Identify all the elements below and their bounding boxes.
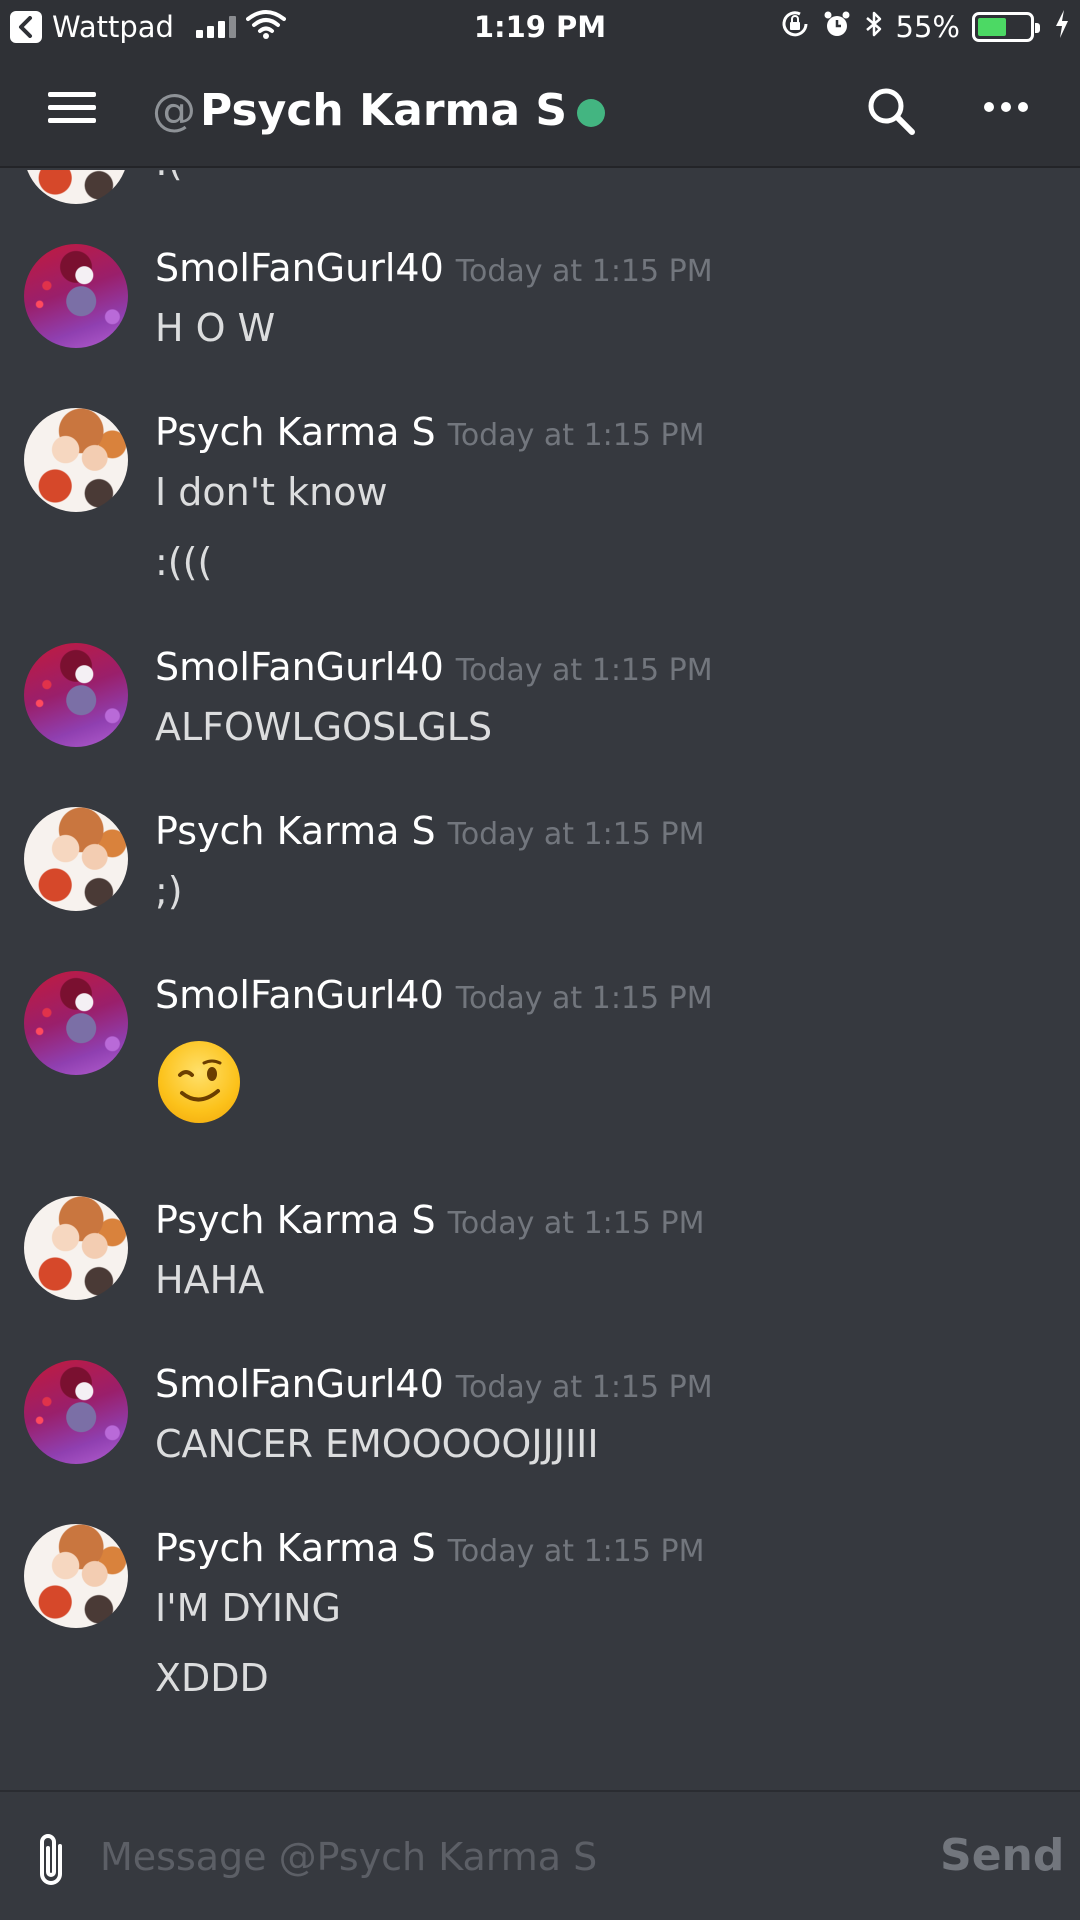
- cellular-signal-icon: [195, 16, 236, 38]
- message-text: I'M DYING: [155, 1586, 341, 1630]
- avatar[interactable]: [24, 170, 128, 204]
- more-icon-dot: [1001, 102, 1011, 112]
- wifi-icon: [245, 9, 286, 46]
- message-text: :(: [155, 170, 183, 184]
- timestamp: Today at 1:15 PM: [447, 1206, 705, 1241]
- username[interactable]: SmolFanGurl40: [155, 645, 444, 689]
- message-header: Psych Karma S Today at 1:15 PM: [155, 410, 704, 454]
- avatar[interactable]: [24, 244, 128, 348]
- message-input[interactable]: [100, 1822, 900, 1892]
- status-bar-right: 55%: [780, 0, 1070, 54]
- message-text: I don't know: [155, 470, 388, 514]
- back-to-app-icon[interactable]: [10, 11, 42, 43]
- message-text: CANCER EMOOOOOJJJIII: [155, 1422, 599, 1466]
- message-text: H O W: [155, 306, 276, 350]
- message-text: XDDD: [155, 1656, 269, 1700]
- message-text: ALFOWLGOSLGLS: [155, 705, 493, 749]
- timestamp: Today at 1:15 PM: [455, 1370, 713, 1405]
- search-icon: [868, 88, 915, 135]
- more-options-button[interactable]: [984, 102, 1028, 112]
- message-list[interactable]: :( SmolFanGurl40 Today at 1:15 PM H O W …: [0, 170, 1080, 1790]
- message-header: SmolFanGurl40 Today at 1:15 PM: [155, 973, 713, 1017]
- timestamp: Today at 1:15 PM: [455, 981, 713, 1016]
- online-status-icon: [577, 99, 606, 127]
- username[interactable]: Psych Karma S: [155, 410, 436, 454]
- username[interactable]: SmolFanGurl40: [155, 246, 444, 290]
- message-text: HAHA: [155, 1258, 265, 1302]
- username[interactable]: SmolFanGurl40: [155, 1362, 444, 1406]
- paperclip-icon: [40, 1834, 62, 1885]
- avatar[interactable]: [24, 1524, 128, 1628]
- attach-button[interactable]: [30, 1830, 72, 1892]
- channel-title: @ Psych Karma S: [152, 80, 606, 140]
- message-composer: Send: [0, 1790, 1080, 1920]
- avatar[interactable]: [24, 643, 128, 747]
- username[interactable]: Psych Karma S: [155, 1198, 436, 1242]
- channel-header: @ Psych Karma S: [0, 54, 1080, 168]
- at-symbol: @: [152, 84, 196, 136]
- more-icon-dot: [984, 102, 994, 112]
- battery-percent: 55%: [895, 10, 960, 44]
- avatar[interactable]: [24, 971, 128, 1075]
- timestamp: Today at 1:15 PM: [455, 653, 713, 688]
- wink-emoji-icon[interactable]: [158, 1041, 240, 1123]
- message-text: :(((: [155, 540, 213, 584]
- bluetooth-icon: [864, 9, 884, 46]
- message-header: SmolFanGurl40 Today at 1:15 PM: [155, 246, 713, 290]
- battery-level: [978, 18, 1006, 36]
- username[interactable]: Psych Karma S: [155, 809, 436, 853]
- charging-icon: [1054, 9, 1070, 46]
- search-button[interactable]: [864, 84, 920, 140]
- message-header: Psych Karma S Today at 1:15 PM: [155, 809, 704, 853]
- timestamp: Today at 1:15 PM: [447, 1534, 705, 1569]
- avatar[interactable]: [24, 408, 128, 512]
- message-text: ;): [155, 869, 183, 913]
- message-header: Psych Karma S Today at 1:15 PM: [155, 1526, 704, 1570]
- status-bar: Wattpad 1:19 PM 55%: [0, 0, 1080, 54]
- status-bar-left: Wattpad: [10, 0, 286, 54]
- timestamp: Today at 1:15 PM: [447, 817, 705, 852]
- message-header: SmolFanGurl40 Today at 1:15 PM: [155, 1362, 713, 1406]
- username[interactable]: Psych Karma S: [155, 1526, 436, 1570]
- timestamp: Today at 1:15 PM: [455, 254, 713, 289]
- battery-icon: [972, 12, 1040, 42]
- menu-button[interactable]: [48, 92, 100, 128]
- more-icon-dot: [1018, 102, 1028, 112]
- send-button[interactable]: Send: [940, 1830, 1064, 1881]
- alarm-icon: [822, 9, 852, 46]
- timestamp: Today at 1:15 PM: [447, 418, 705, 453]
- username[interactable]: SmolFanGurl40: [155, 973, 444, 1017]
- avatar[interactable]: [24, 807, 128, 911]
- back-app-label[interactable]: Wattpad: [52, 10, 174, 44]
- channel-name: Psych Karma S: [200, 84, 568, 136]
- message-header: Psych Karma S Today at 1:15 PM: [155, 1198, 704, 1242]
- message-header: SmolFanGurl40 Today at 1:15 PM: [155, 645, 713, 689]
- avatar[interactable]: [24, 1360, 128, 1464]
- avatar[interactable]: [24, 1196, 128, 1300]
- rotation-lock-icon: [780, 9, 810, 46]
